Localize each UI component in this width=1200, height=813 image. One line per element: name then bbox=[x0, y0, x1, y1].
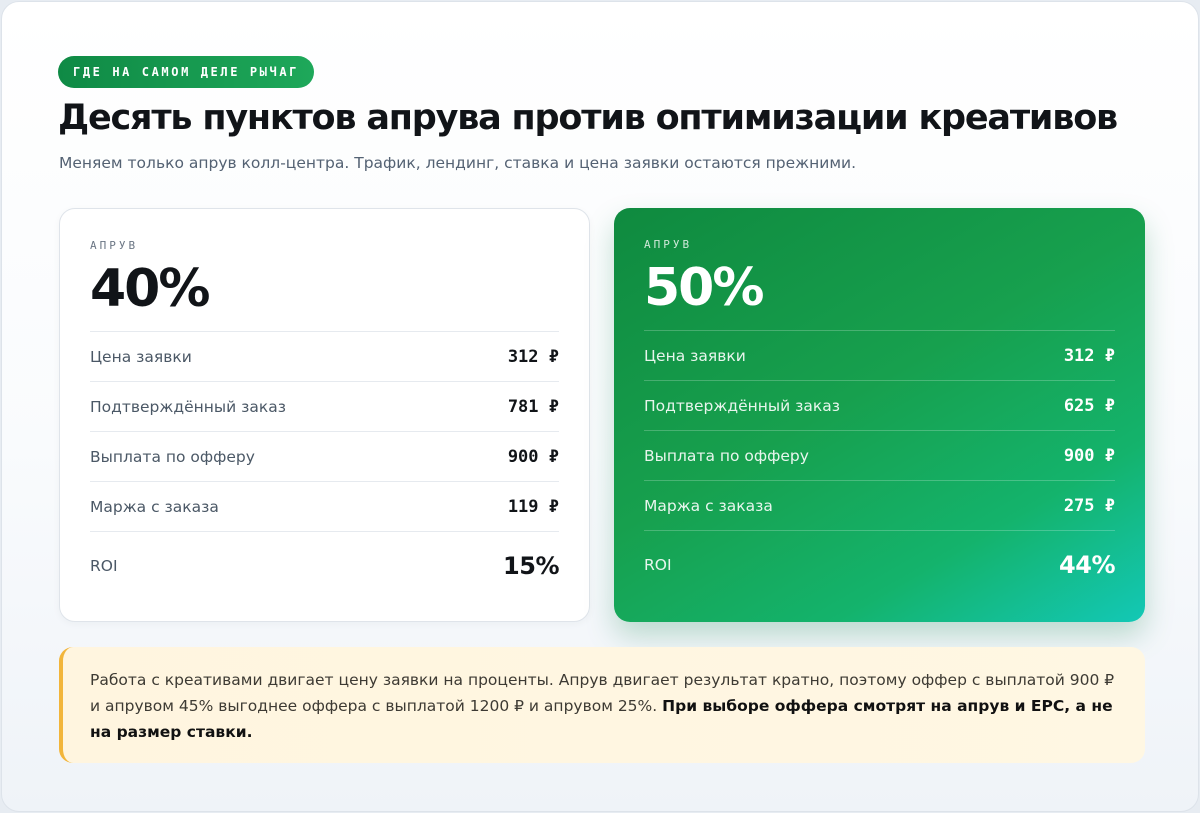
card-label: АПРУВ bbox=[90, 239, 139, 252]
row-label: Маржа с заказа bbox=[644, 496, 773, 515]
row-value: 900 ₽ bbox=[1063, 445, 1115, 466]
row-value: 900 ₽ bbox=[507, 446, 559, 467]
row-value: 312 ₽ bbox=[507, 346, 559, 367]
approval-value: 40% bbox=[90, 259, 210, 319]
page-subtitle: Меняем только апрув колл-центра. Трафик,… bbox=[59, 154, 857, 172]
row-value: 625 ₽ bbox=[1063, 395, 1115, 416]
row-label: Выплата по офферу bbox=[90, 447, 255, 466]
row-roi: ROI 15% bbox=[90, 531, 559, 599]
row-value: 275 ₽ bbox=[1063, 495, 1115, 516]
row-label: Подтверждённый заказ bbox=[90, 397, 286, 416]
row-order-margin: Маржа с заказа 275 ₽ bbox=[644, 480, 1115, 530]
row-label: Подтверждённый заказ bbox=[644, 396, 840, 415]
row-offer-payout: Выплата по офферу 900 ₽ bbox=[90, 431, 559, 481]
row-lead-price: Цена заявки 312 ₽ bbox=[644, 330, 1115, 380]
approval-value: 50% bbox=[644, 258, 764, 318]
approval-card-50: АПРУВ 50% Цена заявки 312 ₽ Подтверждённ… bbox=[614, 208, 1145, 622]
row-label: Выплата по офферу bbox=[644, 446, 809, 465]
callout-note: Работа с креативами двигает цену заявки … bbox=[59, 647, 1145, 763]
page-title: Десять пунктов апрува против оптимизации… bbox=[58, 98, 1118, 138]
row-value: 312 ₽ bbox=[1063, 345, 1115, 366]
page-container: ГДЕ НА САМОМ ДЕЛЕ РЫЧАГ Десять пунктов а… bbox=[1, 1, 1199, 812]
row-value: 119 ₽ bbox=[507, 496, 559, 517]
row-lead-price: Цена заявки 312 ₽ bbox=[90, 331, 559, 381]
card-label: АПРУВ bbox=[644, 238, 693, 251]
approval-card-40: АПРУВ 40% Цена заявки 312 ₽ Подтверждённ… bbox=[59, 208, 590, 622]
section-badge: ГДЕ НА САМОМ ДЕЛЕ РЫЧАГ bbox=[58, 56, 314, 88]
row-order-margin: Маржа с заказа 119 ₽ bbox=[90, 481, 559, 531]
roi-label: ROI bbox=[90, 556, 118, 575]
roi-value: 44% bbox=[1059, 550, 1115, 579]
roi-value: 15% bbox=[503, 551, 559, 580]
row-offer-payout: Выплата по офферу 900 ₽ bbox=[644, 430, 1115, 480]
row-label: Маржа с заказа bbox=[90, 497, 219, 516]
row-label: Цена заявки bbox=[90, 347, 192, 366]
row-roi: ROI 44% bbox=[644, 530, 1115, 598]
row-confirmed-order: Подтверждённый заказ 625 ₽ bbox=[644, 380, 1115, 430]
roi-label: ROI bbox=[644, 555, 672, 574]
row-value: 781 ₽ bbox=[507, 396, 559, 417]
row-label: Цена заявки bbox=[644, 346, 746, 365]
row-confirmed-order: Подтверждённый заказ 781 ₽ bbox=[90, 381, 559, 431]
